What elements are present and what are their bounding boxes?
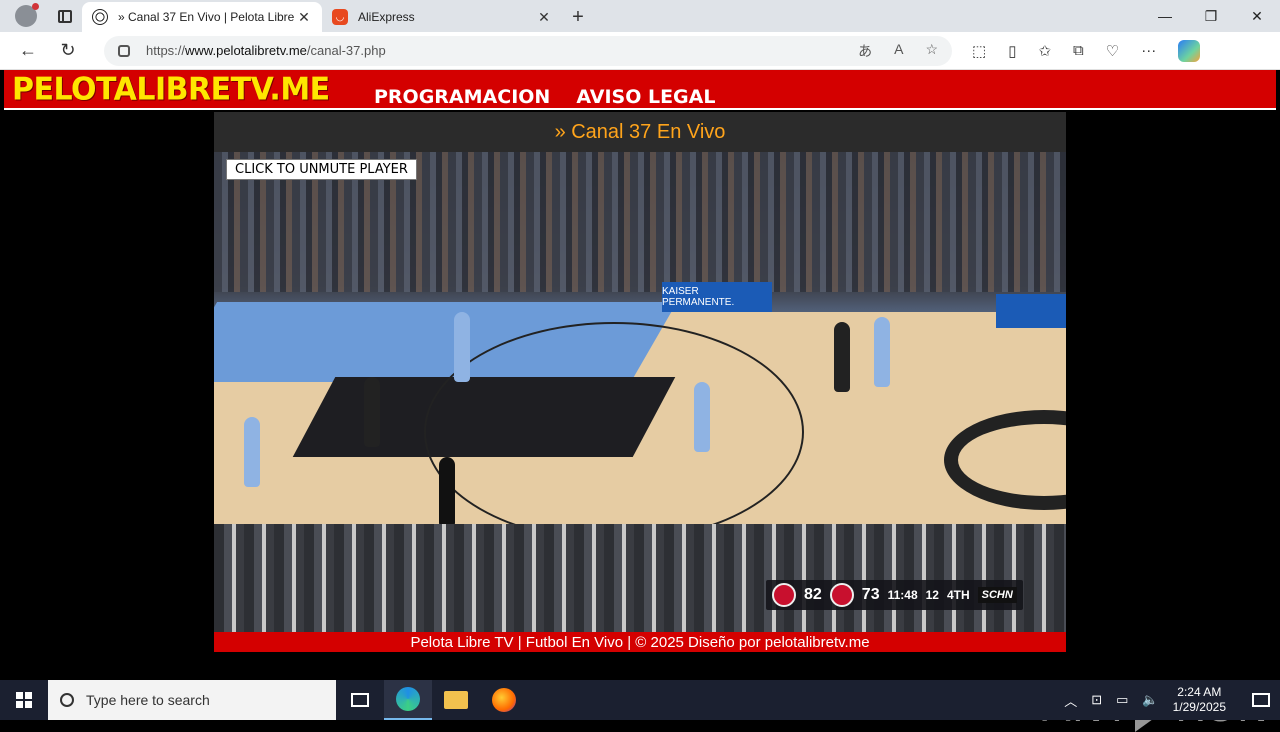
notifications-icon[interactable] [1252,693,1270,707]
close-tab-icon[interactable]: ✕ [296,9,312,26]
site-footer: Pelota Libre TV | Futbol En Vivo | © 202… [214,632,1066,652]
shot-clock: 12 [925,587,939,602]
task-view-button[interactable] [336,680,384,720]
video-referee-figure [439,457,455,527]
video-player-figure [874,317,890,387]
taskbar-firefox[interactable] [480,680,528,720]
video-player-figure [244,417,260,487]
tab-actions-icon[interactable] [57,9,72,23]
video-player-figure [694,382,710,452]
url-prefix: https:// [146,43,186,58]
copilot-icon[interactable] [1178,39,1201,62]
taskbar-file-explorer[interactable] [432,680,480,720]
url-path: /canal-37.php [306,43,386,58]
toolbar-icons: ⬚ ▯ ✩ ⧉ ♡ ··· [972,39,1201,62]
tab-bar-left [0,0,82,32]
nav-programacion[interactable]: PROGRAMACION [374,86,550,108]
favorites-icon[interactable]: ✩ [1038,42,1051,60]
video-player-figure [834,322,850,392]
rockets-logo-icon [772,583,796,607]
player-container: » Canal 37 En Vivo KAISER PERMANENTE. CL… [214,112,1066,652]
new-tab-button[interactable]: + [562,2,594,32]
search-icon [60,693,74,707]
url-host: www.pelotalibretv.me [185,43,307,58]
refresh-icon[interactable]: ↻ [48,32,88,70]
video-sponsor-banner-right [996,294,1066,328]
unmute-player-button[interactable]: CLICK TO UNMUTE PLAYER [226,159,417,180]
network-icon[interactable]: ▭ [1116,692,1128,708]
minimize-button[interactable]: — [1142,0,1188,32]
more-menu-icon[interactable]: ··· [1141,42,1156,59]
hawks-logo-icon [829,583,854,607]
video-sponsor-banner: KAISER PERMANENTE. [662,282,772,312]
address-bar-row: ← ↻ https://www.pelotalibretv.me/canal-3… [0,32,1280,70]
home-score: 82 [804,586,822,603]
video-player-figure [364,377,380,447]
network-logo: SCHN [977,587,1017,603]
period: 4TH [946,587,970,602]
start-button[interactable] [0,680,48,720]
close-tab-icon[interactable]: ✕ [536,9,552,26]
site-nav: PROGRAMACION AVISO LEGAL [374,86,715,108]
edge-icon [396,687,420,711]
back-arrow-icon[interactable]: ← [8,32,48,70]
firefox-icon [492,688,516,712]
search-placeholder: Type here to search [86,692,210,708]
browser-essentials-icon[interactable]: ♡ [1106,42,1119,60]
network-device-icon[interactable]: ⊡ [1091,692,1102,708]
aliexpress-icon: ◡ [332,9,348,25]
video-player-figure [454,312,470,382]
favorite-star-icon[interactable]: ☆ [925,41,938,61]
system-tray: ︿ ⊡ ▭ 🔈 2:24 AM 1/29/2025 [1064,685,1280,715]
taskbar-clock[interactable]: 2:24 AM 1/29/2025 [1173,685,1226,715]
tab-title: » Canal 37 En Vivo | Pelota Libre TV [118,10,296,24]
tab-aliexpress[interactable]: ◡ AliExpress ✕ [322,2,562,32]
folder-icon [444,691,468,709]
clock-date: 1/29/2025 [1172,700,1226,714]
volume-icon[interactable]: 🔈 [1142,692,1158,708]
video-court-arc [424,322,804,542]
windows-logo-icon [16,692,32,708]
maximize-button[interactable]: ❐ [1188,0,1234,32]
window-controls: — ❐ ✕ [1142,0,1280,32]
nav-aviso-legal[interactable]: AVISO LEGAL [576,86,715,108]
extensions-icon[interactable]: ⬚ [972,42,986,60]
task-view-icon [351,693,369,707]
video-front-crowd [214,524,1066,632]
read-aloud-icon[interactable]: A [894,41,903,61]
translate-icon[interactable]: あ [858,41,872,61]
windows-taskbar: Type here to search ︿ ⊡ ▭ 🔈 2:24 AM 1/29… [0,680,1280,720]
split-screen-icon[interactable]: ▯ [1008,42,1016,60]
site-header: PELOTALIBRETV.ME PROGRAMACION AVISO LEGA… [4,70,1276,110]
away-score: 73 [861,586,880,603]
game-clock: 11:48 [887,587,918,602]
url-field[interactable]: https://www.pelotalibretv.me/canal-37.ph… [104,35,952,66]
soccer-ball-icon [92,9,108,25]
taskbar-edge[interactable] [384,680,432,720]
url-actions: あ A ☆ [858,41,938,61]
tab-title: AliExpress [358,10,415,24]
chevron-up-icon[interactable]: ︿ [1064,691,1077,710]
scoreboard-overlay: 82 73 11:48 12 4TH SCHN [766,580,1023,610]
collections-icon[interactable]: ⧉ [1073,42,1084,59]
lock-icon[interactable] [118,44,130,57]
profile-avatar-icon[interactable] [14,3,39,27]
tab-canal-37[interactable]: » Canal 37 En Vivo | Pelota Libre TV ✕ [82,2,322,32]
close-window-button[interactable]: ✕ [1234,0,1280,32]
clock-time: 2:24 AM [1177,685,1222,699]
browser-tab-bar: » Canal 37 En Vivo | Pelota Libre TV ✕ ◡… [0,0,1280,32]
channel-title: » Canal 37 En Vivo [554,120,726,143]
video-player[interactable]: KAISER PERMANENTE. CLICK TO UNMUTE PLAYE… [214,152,1066,632]
web-page: PELOTALIBRETV.ME PROGRAMACION AVISO LEGA… [4,70,1276,732]
taskbar-search-box[interactable]: Type here to search [48,680,336,720]
site-logo[interactable]: PELOTALIBRETV.ME [12,71,330,108]
